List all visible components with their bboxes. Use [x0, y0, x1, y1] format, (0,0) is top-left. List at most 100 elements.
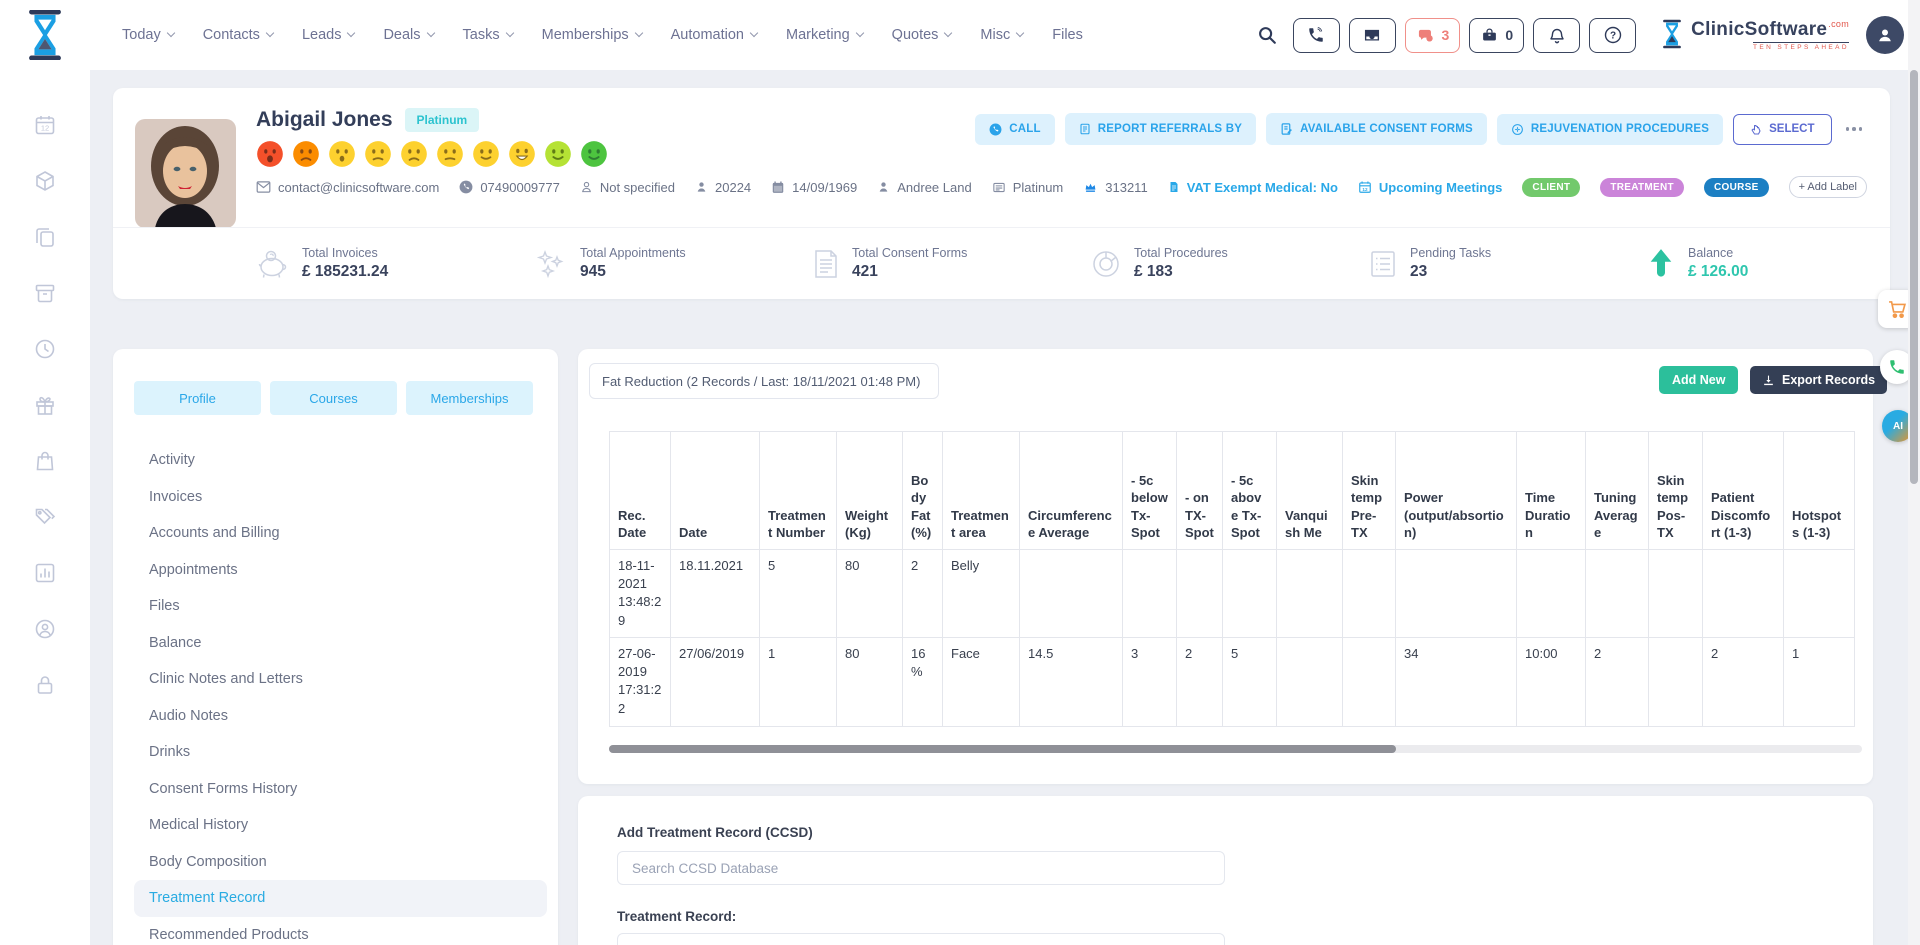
table-cell: 18.11.2021: [671, 550, 760, 638]
cart-button[interactable]: 0: [1469, 18, 1524, 53]
nav-automation[interactable]: Automation: [671, 27, 757, 43]
table-cell: 10:00: [1517, 638, 1586, 727]
archive-box-icon[interactable]: [33, 281, 57, 305]
stat-balance: Balance£ 126.00: [1647, 246, 1748, 281]
shopping-bag-icon[interactable]: [33, 449, 57, 473]
nav-deals[interactable]: Deals: [383, 27, 433, 43]
profile-menu: Activity Invoices Accounts and Billing A…: [134, 442, 547, 945]
rejuvenation-procedures-button[interactable]: REJUVENATION PROCEDURES: [1497, 114, 1723, 145]
mood-5-icon[interactable]: [400, 140, 428, 168]
table-cell: Belly: [943, 550, 1020, 638]
select-button[interactable]: SELECT: [1733, 114, 1831, 145]
add-label-button[interactable]: + Add Label: [1789, 176, 1867, 198]
menu-item-consent-forms-history[interactable]: Consent Forms History: [134, 771, 547, 808]
mood-1-icon[interactable]: [256, 140, 284, 168]
patient-gender: Not specified: [580, 180, 675, 195]
record-group-selector[interactable]: Fat Reduction (2 Records / Last: 18/11/2…: [589, 363, 939, 399]
nav-files[interactable]: Files: [1052, 27, 1083, 43]
nav-memberships[interactable]: Memberships: [542, 27, 642, 43]
calendar-icon[interactable]: 12: [33, 113, 57, 137]
consent-forms-button[interactable]: AVAILABLE CONSENT FORMS: [1266, 113, 1487, 145]
tab-profile[interactable]: Profile: [134, 381, 261, 415]
menu-item-body-composition[interactable]: Body Composition: [134, 844, 547, 881]
mood-9-icon[interactable]: [544, 140, 572, 168]
table-cell: 5: [1223, 638, 1277, 727]
mood-2-icon[interactable]: [292, 140, 320, 168]
menu-item-clinic-notes-and-letters[interactable]: Clinic Notes and Letters: [134, 661, 547, 698]
menu-item-files[interactable]: Files: [134, 588, 547, 625]
dialer-button[interactable]: [1293, 18, 1340, 53]
mood-10-icon[interactable]: [580, 140, 608, 168]
chevron-down-icon: [634, 29, 642, 37]
ccsd-search-input[interactable]: [617, 851, 1225, 885]
menu-item-invoices[interactable]: Invoices: [134, 479, 547, 516]
nav-tasks[interactable]: Tasks: [463, 27, 513, 43]
nav-misc[interactable]: Misc: [980, 27, 1023, 43]
chevron-down-icon: [266, 29, 274, 37]
app-logo-icon[interactable]: [22, 10, 68, 65]
vertical-scrollbar-thumb[interactable]: [1910, 70, 1918, 484]
nav-leads[interactable]: Leads: [302, 27, 355, 43]
nav-marketing[interactable]: Marketing: [786, 27, 863, 43]
inbox-button[interactable]: [1349, 18, 1396, 53]
export-records-button[interactable]: Export Records: [1750, 366, 1887, 394]
table-cell: 2: [903, 550, 943, 638]
add-new-button[interactable]: Add New: [1659, 366, 1738, 394]
phone-icon: [459, 180, 473, 194]
nav-contacts[interactable]: Contacts: [203, 27, 273, 43]
search-icon[interactable]: [1250, 18, 1284, 52]
tab-memberships[interactable]: Memberships: [406, 381, 533, 415]
help-button[interactable]: ?: [1589, 18, 1636, 53]
menu-item-balance[interactable]: Balance: [134, 625, 547, 662]
table-cell: [1703, 550, 1784, 638]
stat-total-invoices: Total Invoices£ 185231.24: [257, 246, 535, 281]
patient-email: contact@clinicsoftware.com: [256, 180, 439, 195]
piggy-bank-icon: [257, 249, 289, 279]
menu-item-drinks[interactable]: Drinks: [134, 734, 547, 771]
vertical-scrollbar[interactable]: [1908, 0, 1920, 945]
trend-up-icon: [1647, 248, 1675, 280]
treatment-record-input[interactable]: [617, 933, 1225, 945]
menu-item-recommended-products[interactable]: Recommended Products: [134, 917, 547, 945]
mood-4-icon[interactable]: [364, 140, 392, 168]
chevron-down-icon: [750, 29, 758, 37]
table-cell: [1343, 638, 1396, 727]
mood-8-icon[interactable]: [508, 140, 536, 168]
vat-exempt-link[interactable]: VAT Exempt Medical: No: [1168, 180, 1338, 195]
products-cube-icon[interactable]: [33, 169, 57, 193]
notifications-button[interactable]: [1533, 18, 1580, 53]
menu-item-audio-notes[interactable]: Audio Notes: [134, 698, 547, 735]
table-cell: 18-11-2021 13:48:29: [610, 550, 671, 638]
mood-3-icon[interactable]: [328, 140, 356, 168]
icon-rail: 12: [0, 0, 90, 945]
menu-item-activity[interactable]: Activity: [134, 442, 547, 479]
support-person-icon[interactable]: [33, 617, 57, 641]
gift-icon[interactable]: [33, 393, 57, 417]
person-outline-icon: [580, 180, 593, 194]
bar-chart-icon[interactable]: [33, 561, 57, 585]
mood-7-icon[interactable]: [472, 140, 500, 168]
menu-item-treatment-record[interactable]: Treatment Record: [134, 880, 547, 917]
upcoming-meetings-link[interactable]: 12 Upcoming Meetings: [1358, 180, 1503, 195]
menu-item-appointments[interactable]: Appointments: [134, 552, 547, 589]
menu-item-medical-history[interactable]: Medical History: [134, 807, 547, 844]
user-avatar[interactable]: [1866, 16, 1904, 54]
horizontal-scrollbar[interactable]: [609, 745, 1862, 753]
horizontal-scrollbar-thumb[interactable]: [609, 745, 1396, 753]
column-header: Vanquish Me: [1277, 432, 1343, 550]
table-cell: 80: [837, 638, 903, 727]
price-tags-icon[interactable]: [33, 505, 57, 529]
menu-item-accounts-and-billing[interactable]: Accounts and Billing: [134, 515, 547, 552]
lock-icon[interactable]: [33, 673, 57, 697]
report-referrals-button[interactable]: REPORT REFERRALS BY: [1065, 113, 1256, 145]
nav-quotes[interactable]: Quotes: [892, 27, 952, 43]
nav-today[interactable]: Today: [122, 27, 174, 43]
mood-6-icon[interactable]: [436, 140, 464, 168]
chat-button[interactable]: 3: [1405, 18, 1461, 53]
copy-pages-icon[interactable]: [33, 225, 57, 249]
history-clock-icon[interactable]: [33, 337, 57, 361]
call-button[interactable]: CALL: [975, 114, 1054, 145]
more-options-icon[interactable]: [1842, 121, 1867, 137]
tab-courses[interactable]: Courses: [270, 381, 397, 415]
phone-call-icon: [1307, 26, 1325, 44]
